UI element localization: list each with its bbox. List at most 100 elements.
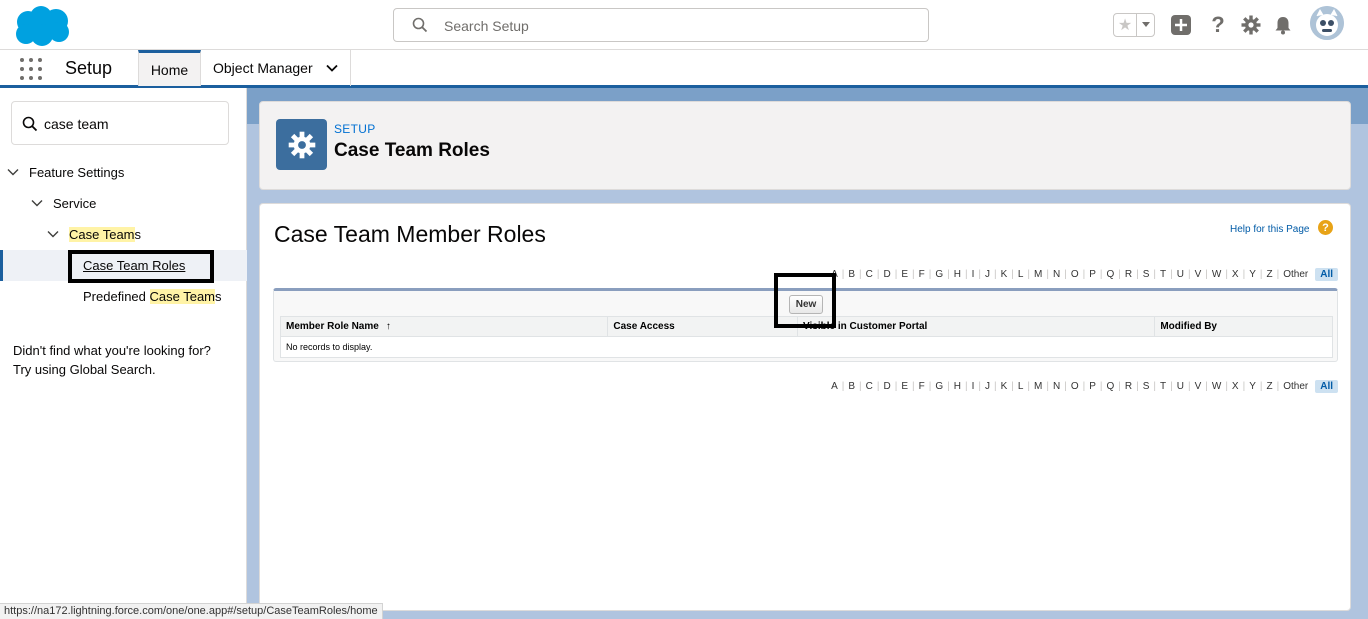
alpha-filter-x[interactable]: X [1228, 381, 1243, 392]
tab-object-manager[interactable]: Object Manager [201, 50, 351, 86]
quick-find[interactable] [11, 101, 229, 145]
alpha-filter-z[interactable]: Z [1262, 381, 1276, 392]
alpha-filter-u[interactable]: U [1173, 269, 1188, 280]
alpha-filter-f[interactable]: F [915, 269, 929, 280]
gear-icon[interactable] [1240, 14, 1262, 36]
alpha-filter-r[interactable]: R [1121, 381, 1136, 392]
user-avatar[interactable] [1310, 6, 1344, 40]
column-header-member-role-name[interactable]: Member Role Name ↑ [281, 317, 609, 336]
salesforce-logo[interactable] [12, 5, 72, 47]
alpha-filter-m[interactable]: M [1030, 269, 1046, 280]
search-icon [412, 17, 428, 33]
alpha-filter-f[interactable]: F [915, 381, 929, 392]
alpha-filter-i[interactable]: I [968, 381, 979, 392]
alpha-filter-n[interactable]: N [1049, 381, 1064, 392]
alpha-filter-o[interactable]: O [1067, 269, 1083, 280]
column-header-modified-by[interactable]: Modified By [1155, 317, 1332, 336]
global-search-input[interactable] [444, 16, 904, 36]
alpha-filter-h[interactable]: H [950, 269, 965, 280]
chevron-down-icon[interactable] [7, 166, 19, 178]
not-found-line-2: Try using Global Search. [13, 362, 156, 377]
alpha-filter-p[interactable]: P [1085, 269, 1100, 280]
alpha-filter-s[interactable]: S [1139, 381, 1154, 392]
tree-item-feature-settings[interactable]: Feature Settings [7, 161, 124, 183]
alpha-filter-v[interactable]: V [1191, 381, 1206, 392]
tree-item-service[interactable]: Service [31, 192, 96, 214]
global-search[interactable] [393, 8, 929, 42]
alpha-filter-k[interactable]: K [997, 381, 1012, 392]
app-launcher-waffle-icon[interactable] [20, 58, 42, 80]
alpha-filter-top: A | B | C | D | E | F | G | H | I | J | K | L | M | N | O | P | Q | R | S | T |… [827, 268, 1338, 281]
page-header-label[interactable]: SETUP [334, 122, 376, 136]
alpha-filter-d[interactable]: D [880, 381, 895, 392]
alpha-filter-r[interactable]: R [1121, 269, 1136, 280]
alpha-filter-g[interactable]: G [931, 381, 947, 392]
context-nav: Setup Home Object Manager [0, 50, 1368, 88]
alpha-filter-w[interactable]: W [1208, 381, 1225, 392]
annotation-highlight-box [68, 250, 214, 283]
annotation-highlight-box [774, 273, 836, 328]
alpha-filter-e[interactable]: E [897, 269, 912, 280]
alpha-filter-y[interactable]: Y [1245, 381, 1260, 392]
help-for-page-link[interactable]: Help for this Page [1230, 224, 1310, 235]
alpha-filter-n[interactable]: N [1049, 269, 1064, 280]
alpha-filter-u[interactable]: U [1173, 381, 1188, 392]
alpha-filter-z[interactable]: Z [1262, 269, 1276, 280]
alpha-filter-w[interactable]: W [1208, 269, 1225, 280]
global-actions-add-icon[interactable] [1170, 14, 1192, 36]
help-question-icon[interactable]: ? [1318, 220, 1333, 235]
alpha-filter-e[interactable]: E [897, 381, 912, 392]
alpha-filter-i[interactable]: I [968, 269, 979, 280]
column-header-case-access[interactable]: Case Access [608, 317, 799, 336]
alpha-filter-q[interactable]: Q [1103, 381, 1119, 392]
alpha-filter-other[interactable]: Other [1279, 381, 1312, 392]
tab-home[interactable]: Home [138, 50, 201, 86]
alpha-filter-x[interactable]: X [1228, 269, 1243, 280]
alpha-filter-m[interactable]: M [1030, 381, 1046, 392]
alpha-filter-t[interactable]: T [1156, 381, 1170, 392]
alpha-filter-h[interactable]: H [950, 381, 965, 392]
status-bar-url: https://na172.lightning.force.com/one/on… [0, 603, 383, 619]
setup-tree-sidebar: Feature Settings Service Case Teams Case… [0, 88, 247, 619]
alpha-filter-s[interactable]: S [1139, 269, 1154, 280]
alpha-filter-c[interactable]: C [862, 269, 877, 280]
chevron-down-icon[interactable] [326, 62, 338, 74]
alpha-filter-j[interactable]: J [981, 269, 994, 280]
alpha-filter-q[interactable]: Q [1103, 269, 1119, 280]
alpha-filter-c[interactable]: C [862, 381, 877, 392]
tree-item-case-teams[interactable]: Case Team s [47, 223, 141, 245]
alpha-filter-b[interactable]: B [844, 381, 859, 392]
content-card: Case Team Member Roles Help for this Pag… [259, 203, 1351, 611]
chevron-down-icon[interactable] [31, 197, 43, 209]
alpha-filter-p[interactable]: P [1085, 381, 1100, 392]
alpha-filter-y[interactable]: Y [1245, 269, 1260, 280]
alpha-filter-d[interactable]: D [880, 269, 895, 280]
quick-find-input[interactable] [44, 114, 219, 134]
favorites-group: ★ [1113, 13, 1155, 37]
favorites-dropdown-icon[interactable] [1136, 14, 1154, 36]
alpha-filter-all[interactable]: All [1315, 268, 1338, 281]
column-header-visible-in-portal[interactable]: Visible in Customer Portal [798, 317, 1156, 336]
alpha-filter-all[interactable]: All [1315, 380, 1338, 393]
alpha-filter-t[interactable]: T [1156, 269, 1170, 280]
alpha-filter-l[interactable]: L [1014, 381, 1028, 392]
alpha-filter-other[interactable]: Other [1279, 269, 1312, 280]
alpha-filter-bottom: A | B | C | D | E | F | G | H | I | J | K | L | M | N | O | P | Q | R | S | T |… [827, 380, 1338, 393]
chevron-down-icon[interactable] [47, 228, 59, 240]
tree-item-predefined-case-teams[interactable]: Predefined Case Team s [83, 285, 222, 307]
alpha-filter-a[interactable]: A [827, 381, 842, 392]
search-highlight: Case Team [69, 226, 135, 242]
alpha-filter-k[interactable]: K [997, 269, 1012, 280]
tree-item-label-suffix: s [134, 226, 142, 242]
alpha-filter-j[interactable]: J [981, 381, 994, 392]
tree-item-label-suffix: s [215, 288, 222, 304]
alpha-filter-v[interactable]: V [1191, 269, 1206, 280]
help-icon[interactable]: ? [1207, 12, 1229, 37]
alpha-filter-l[interactable]: L [1014, 269, 1028, 280]
alpha-filter-b[interactable]: B [844, 269, 859, 280]
alpha-filter-g[interactable]: G [931, 269, 947, 280]
notifications-bell-icon[interactable] [1272, 14, 1294, 36]
tree-item-label-prefix: Predefined [83, 288, 150, 304]
favorites-star-icon[interactable]: ★ [1114, 14, 1136, 36]
alpha-filter-o[interactable]: O [1067, 381, 1083, 392]
